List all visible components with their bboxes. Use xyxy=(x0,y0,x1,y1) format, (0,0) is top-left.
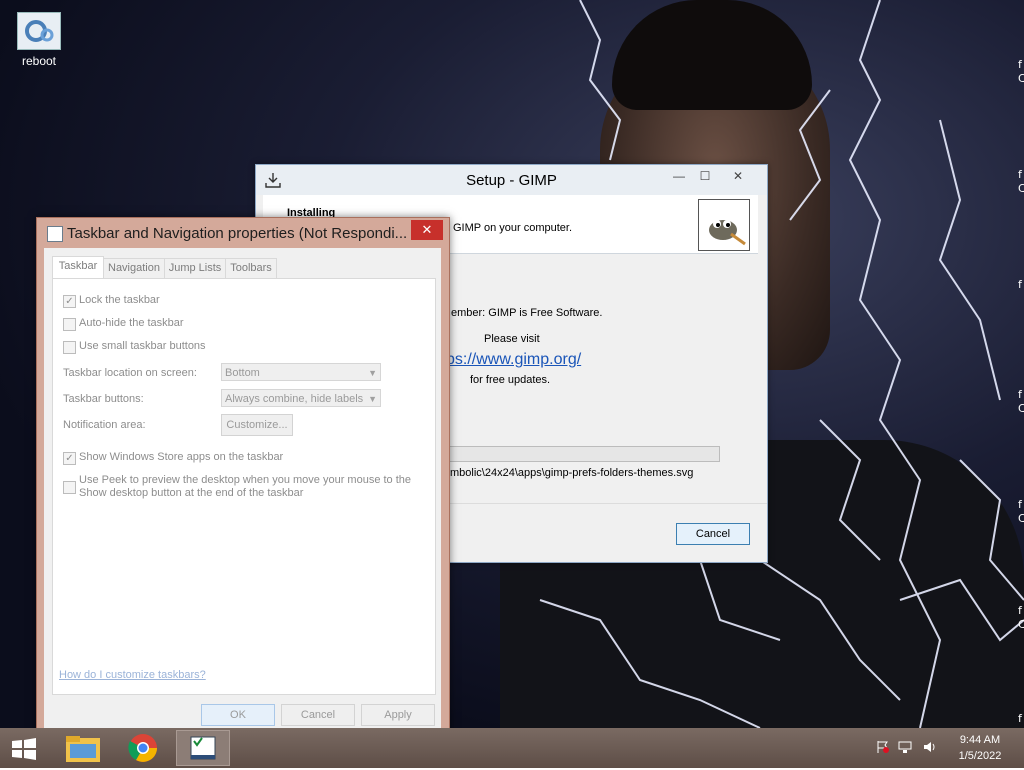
desktop-icon-label: reboot xyxy=(21,54,57,68)
current-file-path: mbolic\24x24\apps\gimp-prefs-folders-the… xyxy=(450,467,694,479)
location-label: Taskbar location on screen: xyxy=(63,367,197,379)
taskbar-properties-window[interactable]: Taskbar and Navigation properties (Not R… xyxy=(36,217,450,739)
setup-subheading: GIMP on your computer. xyxy=(453,222,573,234)
gear-icon xyxy=(17,12,61,50)
taskbar: 9:44 AM 1/5/2022 xyxy=(0,728,1024,768)
clock-date: 1/5/2022 xyxy=(958,750,1002,762)
speaker-icon[interactable] xyxy=(922,740,936,754)
edge-letter: C xyxy=(1018,512,1024,525)
lock-taskbar-label: Lock the taskbar xyxy=(79,294,160,306)
notification-label: Notification area: xyxy=(63,419,146,431)
edge-letter: C xyxy=(1018,182,1024,195)
gimp-titlebar[interactable]: Setup - GIMP — ☐ ✕ xyxy=(256,165,767,195)
edge-letter: f xyxy=(1018,58,1022,71)
peek-label-line1: Use Peek to preview the desktop when you… xyxy=(79,474,412,486)
buttons-dropdown[interactable]: Always combine, hide labels ▼ xyxy=(221,389,381,407)
chevron-down-icon: ▼ xyxy=(368,394,377,404)
ok-button[interactable]: OK xyxy=(201,704,275,726)
edge-labels: f C f C f f C f C f C f xyxy=(1018,0,1024,728)
gimp-website-link[interactable]: ps://www.gimp.org/ xyxy=(446,351,581,369)
properties-client-area: Taskbar Navigation Jump Lists Toolbars ✓… xyxy=(44,248,441,731)
store-apps-label: Show Windows Store apps on the taskbar xyxy=(79,451,284,463)
chrome-button[interactable] xyxy=(116,730,170,766)
peek-label-line2: Show desktop button at the end of the ta… xyxy=(79,487,304,499)
flag-icon[interactable] xyxy=(876,740,890,754)
install-progress-bar xyxy=(446,446,720,462)
properties-titlebar[interactable]: Taskbar and Navigation properties (Not R… xyxy=(37,218,449,248)
file-explorer-button[interactable] xyxy=(56,730,110,766)
cancel-button[interactable]: Cancel xyxy=(676,523,750,545)
minimize-button[interactable]: — xyxy=(666,169,692,185)
properties-app-icon xyxy=(47,226,63,242)
location-dropdown[interactable]: Bottom ▼ xyxy=(221,363,381,381)
tab-jump-lists[interactable]: Jump Lists xyxy=(164,258,226,279)
apply-button[interactable]: Apply xyxy=(361,704,435,726)
buttons-label: Taskbar buttons: xyxy=(63,393,144,405)
help-link[interactable]: How do I customize taskbars? xyxy=(59,669,206,681)
location-value: Bottom xyxy=(225,367,260,379)
desktop-icon-reboot[interactable]: reboot xyxy=(12,12,66,68)
cancel-button[interactable]: Cancel xyxy=(281,704,355,726)
close-button[interactable]: ✕ xyxy=(718,169,758,185)
network-icon[interactable] xyxy=(898,740,912,754)
chevron-down-icon: ▼ xyxy=(368,368,377,378)
taskbar-tab-panel: ✓ Lock the taskbar Auto-hide the taskbar… xyxy=(52,278,436,695)
small-buttons-label: Use small taskbar buttons xyxy=(79,340,206,352)
tab-taskbar[interactable]: Taskbar xyxy=(52,256,104,279)
small-buttons-checkbox[interactable] xyxy=(63,341,76,354)
edge-letter: f xyxy=(1018,604,1022,617)
buttons-value: Always combine, hide labels xyxy=(225,393,364,405)
tab-toolbars[interactable]: Toolbars xyxy=(225,258,277,279)
taskbar-properties-button[interactable] xyxy=(176,730,230,766)
auto-hide-checkbox[interactable] xyxy=(63,318,76,331)
gimp-logo-icon xyxy=(698,199,750,251)
peek-checkbox[interactable] xyxy=(63,481,76,494)
edge-letter: f xyxy=(1018,712,1022,725)
edge-letter: C xyxy=(1018,618,1024,631)
edge-letter: C xyxy=(1018,72,1024,85)
close-button[interactable]: ✕ xyxy=(411,220,443,240)
chrome-icon xyxy=(128,734,157,762)
auto-hide-label: Auto-hide the taskbar xyxy=(79,317,184,329)
edge-letter: f xyxy=(1018,278,1022,291)
updates-text: for free updates. xyxy=(470,374,551,386)
taskbar-properties-icon xyxy=(190,736,216,760)
tab-navigation[interactable]: Navigation xyxy=(103,258,165,279)
free-software-note: ember: GIMP is Free Software. xyxy=(451,307,603,319)
edge-letter: C xyxy=(1018,402,1024,415)
window-title: Taskbar and Navigation properties (Not R… xyxy=(67,225,408,242)
customize-button[interactable]: Customize... xyxy=(221,414,293,436)
restore-button[interactable]: ☐ xyxy=(692,169,718,185)
please-visit-text: Please visit xyxy=(484,333,540,345)
edge-letter: f xyxy=(1018,388,1022,401)
windows-start-icon[interactable] xyxy=(10,737,38,761)
lock-taskbar-checkbox[interactable]: ✓ xyxy=(63,295,76,308)
clock-time-display: 9:44 AM xyxy=(959,734,1001,746)
edge-letter: f xyxy=(1018,498,1022,511)
store-apps-checkbox[interactable]: ✓ xyxy=(63,452,76,465)
edge-letter: f xyxy=(1018,168,1022,181)
folder-icon xyxy=(66,736,100,762)
